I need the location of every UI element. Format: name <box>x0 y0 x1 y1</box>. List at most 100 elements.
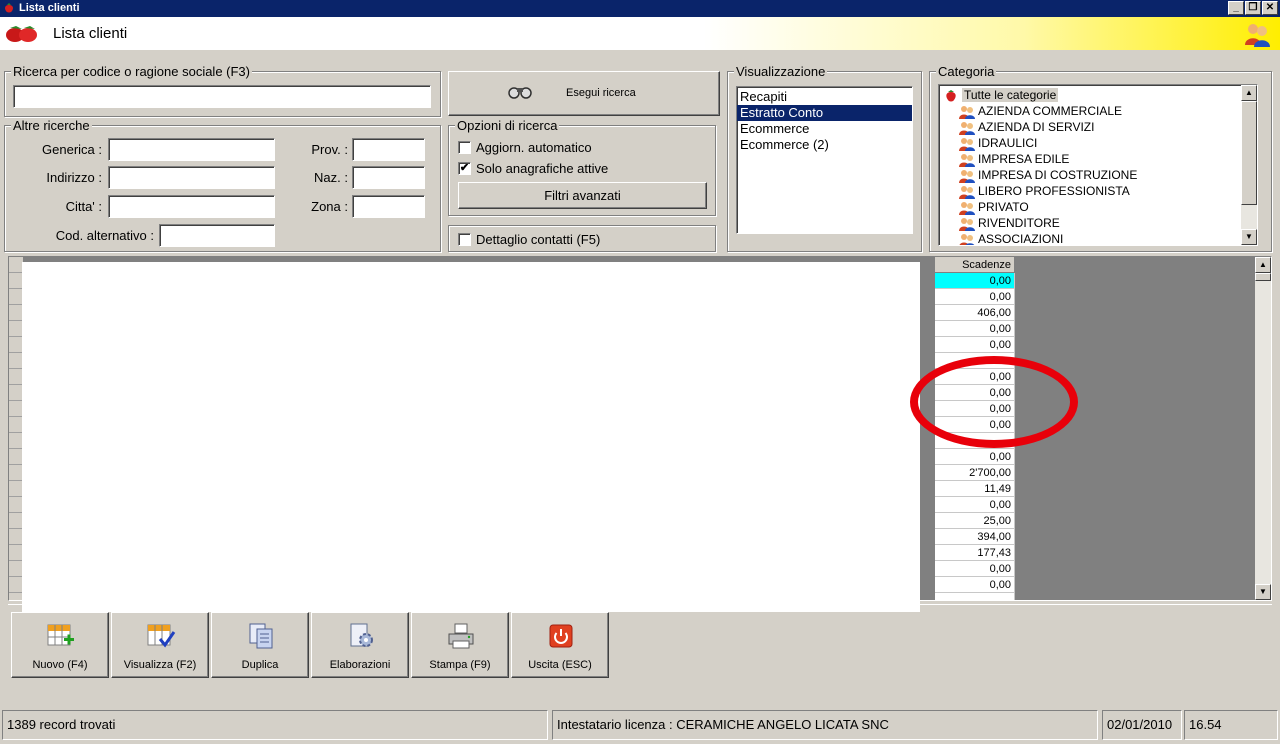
indirizzo-label: Indirizzo : <box>46 170 102 185</box>
grid-scroll-up-icon[interactable]: ▲ <box>1255 257 1271 273</box>
grid-cell-scadenze[interactable]: 394,00 <box>935 529 1015 545</box>
category-tree[interactable]: Tutte le categorie AZIENDA COMMERCIALE AZ… <box>938 84 1258 246</box>
view-button[interactable]: Visualizza (F2) <box>111 612 209 678</box>
bottom-toolbar: Nuovo (F4) Visualizza (F2) Duplica Elabo… <box>8 604 1272 680</box>
view-item-estratto-conto[interactable]: Estratto Conto <box>737 105 912 121</box>
grid-scroll-down-icon[interactable]: ▼ <box>1255 584 1271 600</box>
user-group-icon <box>959 137 975 151</box>
category-scrollbar[interactable]: ▲ ▼ <box>1241 85 1257 245</box>
grid-cell-scadenze[interactable]: 2'700,00 <box>935 465 1015 481</box>
grid-cell-scadenze[interactable]: 0,00 <box>935 273 1015 289</box>
minimize-button[interactable]: _ <box>1228 1 1244 15</box>
advanced-filters-button[interactable]: Filtri avanzati <box>458 182 707 209</box>
view-record-icon <box>147 624 176 648</box>
close-button[interactable]: ✕ <box>1262 1 1278 15</box>
view-listbox[interactable]: Recapiti Estratto Conto Ecommerce Ecomme… <box>736 86 913 234</box>
grid-cell-scadenze[interactable]: 0,00 <box>935 577 1015 593</box>
scroll-up-icon[interactable]: ▲ <box>1241 85 1257 101</box>
scroll-thumb[interactable] <box>1241 101 1257 205</box>
grid-cell-scadenze[interactable]: 0,00 <box>935 561 1015 577</box>
user-group-icon <box>959 185 975 199</box>
new-record-icon <box>47 624 74 646</box>
tree-item[interactable]: AZIENDA COMMERCIALE <box>959 103 1122 119</box>
duplicate-icon <box>249 623 273 649</box>
binoculars-icon <box>508 87 532 99</box>
status-date: 02/01/2010 <box>1102 710 1182 740</box>
grid-scrollbar[interactable]: ▲ ▼ <box>1255 257 1271 600</box>
zona-input[interactable] <box>352 195 425 218</box>
indirizzo-input[interactable] <box>108 166 275 189</box>
exit-button-label: Uscita (ESC) <box>528 659 592 671</box>
tree-item[interactable]: LIBERO PROFESSIONISTA <box>959 183 1130 199</box>
processing-button[interactable]: Elaborazioni <box>311 612 409 678</box>
users-icon[interactable] <box>1244 21 1270 47</box>
tree-item-label: RIVENDITORE <box>978 216 1060 230</box>
new-button[interactable]: Nuovo (F4) <box>11 612 109 678</box>
tree-item-label: ASSOCIAZIONI <box>978 232 1064 246</box>
contact-detail-checkbox[interactable] <box>458 233 471 246</box>
column-header-scadenze[interactable]: Scadenze <box>935 257 1015 273</box>
print-button[interactable]: Stampa (F9) <box>411 612 509 678</box>
grid-scroll-thumb[interactable] <box>1255 273 1271 281</box>
tree-item[interactable]: AZIENDA DI SERVIZI <box>959 119 1094 135</box>
tree-item-label: AZIENDA COMMERCIALE <box>978 104 1123 118</box>
tree-item[interactable]: IMPRESA EDILE <box>959 151 1069 167</box>
tree-item[interactable]: IDRAULICI <box>959 135 1037 151</box>
view-group-label: Visualizzazione <box>734 64 828 79</box>
citta-label: Citta' : <box>65 199 102 214</box>
grid-cell-scadenze[interactable]: 0,00 <box>935 449 1015 465</box>
processing-button-label: Elaborazioni <box>329 659 391 671</box>
user-group-icon <box>959 169 975 183</box>
tree-item[interactable]: ASSOCIAZIONI <box>959 231 1064 246</box>
status-records: 1389 record trovati <box>2 710 548 740</box>
grid-cell-scadenze[interactable]: 0,00 <box>935 321 1015 337</box>
naz-label: Naz. : <box>314 170 348 185</box>
view-item-ecommerce[interactable]: Ecommerce <box>737 121 912 137</box>
header-band: Lista clienti <box>0 17 1280 50</box>
citta-input[interactable] <box>108 195 275 218</box>
grid-cell-scadenze[interactable]: 0,00 <box>935 497 1015 513</box>
exit-button[interactable]: Uscita (ESC) <box>511 612 609 678</box>
naz-input[interactable] <box>352 166 425 189</box>
prov-label: Prov. : <box>311 142 348 157</box>
duplicate-button[interactable]: Duplica <box>211 612 309 678</box>
grid-cell-scadenze[interactable]: 0,00 <box>935 289 1015 305</box>
other-searches-label: Altre ricerche <box>11 118 92 133</box>
tree-item[interactable]: PRIVATO <box>959 199 1029 215</box>
grid-cell-scadenze[interactable]: 25,00 <box>935 513 1015 529</box>
scroll-down-icon[interactable]: ▼ <box>1241 229 1257 245</box>
search-group-label: Ricerca per codice o ragione sociale (F3… <box>11 64 252 79</box>
view-button-label: Visualizza (F2) <box>123 659 197 671</box>
tree-root-label: Tutte le categorie <box>962 88 1059 102</box>
auto-update-checkbox[interactable] <box>458 141 471 154</box>
tree-item-label: LIBERO PROFESSIONISTA <box>978 184 1130 198</box>
window-title: Lista clienti <box>19 2 80 14</box>
user-group-icon <box>959 105 975 119</box>
grid-cell-scadenze[interactable]: 11,49 <box>935 481 1015 497</box>
tree-item[interactable]: RIVENDITORE <box>959 215 1060 231</box>
active-only-checkbox[interactable]: ✔ <box>458 162 471 175</box>
generica-input[interactable] <box>108 138 275 161</box>
search-input[interactable] <box>13 85 431 108</box>
strawberry-app-icon <box>5 3 13 13</box>
user-group-icon <box>959 121 975 135</box>
view-item-recapiti[interactable]: Recapiti <box>737 89 912 105</box>
view-item-ecommerce-2[interactable]: Ecommerce (2) <box>737 137 912 153</box>
tree-item-label: AZIENDA DI SERVIZI <box>978 120 1095 134</box>
tree-item[interactable]: IMPRESA DI COSTRUZIONE <box>959 167 1137 183</box>
window-title-bar[interactable]: Lista clienti _ ❐ ✕ <box>0 0 1280 17</box>
status-time: 16.54 <box>1184 710 1278 740</box>
cod-alternativo-input[interactable] <box>159 224 275 247</box>
grid-cell-scadenze[interactable]: 406,00 <box>935 305 1015 321</box>
grid-cell-scadenze[interactable] <box>935 593 1015 600</box>
grid-cell-scadenze[interactable]: 177,43 <box>935 545 1015 561</box>
grid-cell-scadenze[interactable]: 0,00 <box>935 337 1015 353</box>
strawberries-logo-icon <box>6 26 37 42</box>
search-options-label: Opzioni di ricerca <box>455 118 560 133</box>
redacted-area <box>22 262 920 612</box>
search-button[interactable]: Esegui ricerca <box>448 71 720 116</box>
restore-button[interactable]: ❐ <box>1245 1 1261 15</box>
duplicate-button-label: Duplica <box>241 659 279 671</box>
tree-root-all-categories[interactable]: Tutte le categorie <box>943 87 1059 103</box>
prov-input[interactable] <box>352 138 425 161</box>
